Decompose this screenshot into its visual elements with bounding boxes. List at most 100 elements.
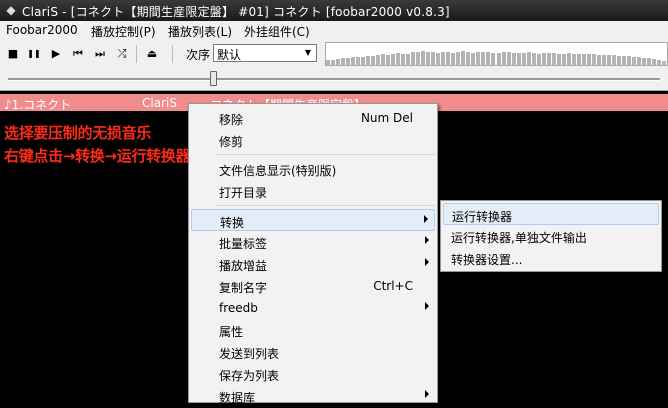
spectrum-bar	[526, 52, 531, 65]
context-menu-item-4[interactable]: 打开目录	[191, 180, 435, 202]
spectrum-bar	[346, 57, 351, 65]
spectrum-bar	[431, 52, 436, 65]
spectrum-bar	[436, 52, 441, 65]
context-menu-item-shortcut: Ctrl+C	[373, 279, 413, 293]
context-menu-item-label: 播放增益	[219, 259, 268, 273]
eject-icon[interactable]: ⏏	[144, 46, 160, 62]
submenu-item-2[interactable]: 转换器设置...	[443, 247, 659, 269]
context-menu-item-7[interactable]: 批量标签	[191, 231, 435, 253]
chevron-right-icon	[425, 258, 429, 266]
window-title: ClariS - [コネクト【期間生産限定盤】 #01] コネクト [fooba…	[22, 5, 450, 19]
spectrum-bar	[326, 60, 330, 65]
stop-icon[interactable]: ■	[5, 46, 21, 62]
menu-playlist[interactable]: 播放列表(L)	[168, 23, 232, 40]
spectrum-bar	[366, 56, 371, 65]
spectrum-bar	[626, 56, 631, 65]
chevron-right-icon	[425, 302, 429, 310]
seek-thumb[interactable]	[210, 71, 218, 86]
spectrum-bar	[631, 56, 636, 65]
spectrum-bar	[391, 54, 396, 65]
context-menu-item-label: 数据库	[219, 391, 256, 405]
context-menu: 移除 Num Del 修剪文件信息显示(特别版) 打开目录转换批量标签播放增益复制名字…	[188, 103, 438, 405]
spectrum-bar	[486, 52, 491, 65]
spectrum-bar	[556, 54, 561, 65]
context-menu-item-12[interactable]: 发送到列表	[191, 341, 435, 363]
spectrum-bar	[361, 57, 366, 65]
context-menu-item-label: 复制名字	[219, 281, 268, 295]
context-menu-item-label: 转换	[220, 216, 245, 230]
context-menu-item-14[interactable]: 数据库	[191, 385, 435, 407]
context-menu-item-1[interactable]: 修剪	[191, 129, 435, 151]
context-menu-item-label: 发送到列表	[219, 347, 280, 361]
spectrum-bar	[356, 56, 361, 65]
previous-icon[interactable]: ⏮	[70, 46, 86, 62]
spectrum-bar	[546, 52, 551, 65]
chevron-right-icon	[424, 215, 428, 223]
spectrum-bar	[646, 58, 651, 65]
menu-separator	[217, 154, 435, 155]
chevron-down-icon[interactable]: ▼	[300, 45, 316, 61]
context-menu-item-9[interactable]: 复制名字 Ctrl+C	[191, 275, 435, 297]
chevron-right-icon	[425, 236, 429, 244]
spectrum-bar	[591, 54, 596, 65]
pause-icon[interactable]: ❚❚	[26, 46, 42, 62]
spectrum-bar	[476, 52, 481, 65]
annotation-line-2: 右键点击→转换→运行转换器	[4, 147, 191, 165]
order-label: 次序	[186, 48, 211, 62]
spectrum-bar	[656, 59, 661, 65]
menu-separator	[217, 205, 435, 206]
play-icon[interactable]: ▶	[48, 46, 64, 62]
spectrum-bar	[401, 53, 406, 65]
spectrum-bar	[381, 54, 386, 65]
seek-bar-row	[0, 68, 668, 91]
spectrum-bar	[456, 51, 461, 65]
spectrum-bar	[481, 51, 486, 65]
spectrum-bar	[551, 53, 556, 65]
submenu-item-label: 运行转换器,单独文件输出	[451, 231, 587, 245]
foobar-app-icon[interactable]: ◆	[3, 3, 19, 18]
context-menu-item-6[interactable]: 转换	[191, 209, 435, 231]
seek-track[interactable]	[8, 78, 660, 81]
spectrum-bar	[586, 53, 591, 65]
spectrum-bar	[531, 52, 536, 65]
context-menu-item-11[interactable]: 属性	[191, 319, 435, 341]
order-select[interactable]: 默认 ▼	[213, 44, 317, 62]
context-menu-item-label: 属性	[219, 325, 244, 339]
context-menu-item-8[interactable]: 播放增益	[191, 253, 435, 275]
spectrum-bar	[641, 57, 646, 65]
submenu-item-1[interactable]: 运行转换器,单独文件输出	[443, 225, 659, 247]
spectrum-bar	[351, 57, 356, 65]
spectrum-bar	[651, 58, 656, 65]
spectrum-bar	[416, 51, 421, 65]
spectrum-bar	[396, 52, 401, 65]
spectrum-bar	[421, 51, 426, 65]
spectrum-bar	[426, 51, 431, 65]
menu-bar: Foobar2000 播放控制(P) 播放列表(L) 外挂组件(C)	[0, 21, 668, 41]
spectrum-bar	[576, 54, 581, 65]
spectrum-visualization	[325, 42, 668, 66]
spectrum-bar	[501, 52, 506, 65]
context-menu-item-10[interactable]: freedb	[191, 297, 435, 319]
spectrum-bar	[561, 53, 566, 65]
spectrum-bar	[371, 55, 376, 65]
random-icon[interactable]: ⤮	[114, 46, 130, 62]
order-select-value: 默认	[217, 48, 242, 62]
menu-components[interactable]: 外挂组件(C)	[244, 23, 310, 40]
context-menu-item-0[interactable]: 移除 Num Del	[191, 107, 435, 129]
spectrum-bar	[446, 52, 451, 65]
spectrum-bar	[541, 53, 546, 65]
menu-foobar2000[interactable]: Foobar2000	[6, 23, 78, 37]
spectrum-bar	[581, 54, 586, 65]
submenu-item-0[interactable]: 运行转换器	[443, 203, 659, 225]
context-menu-item-13[interactable]: 保存为列表	[191, 363, 435, 385]
spectrum-bar	[661, 60, 666, 65]
context-menu-item-label: 批量标签	[219, 237, 268, 251]
context-menu-item-label: 打开目录	[219, 186, 268, 200]
menu-playback-control[interactable]: 播放控制(P)	[91, 23, 156, 40]
next-icon[interactable]: ⏭	[92, 46, 108, 62]
spectrum-bar	[566, 53, 571, 65]
context-menu-item-3[interactable]: 文件信息显示(特别版)	[191, 158, 435, 180]
spectrum-bar	[621, 55, 626, 65]
spectrum-bar	[461, 51, 466, 65]
chevron-right-icon	[425, 390, 429, 398]
